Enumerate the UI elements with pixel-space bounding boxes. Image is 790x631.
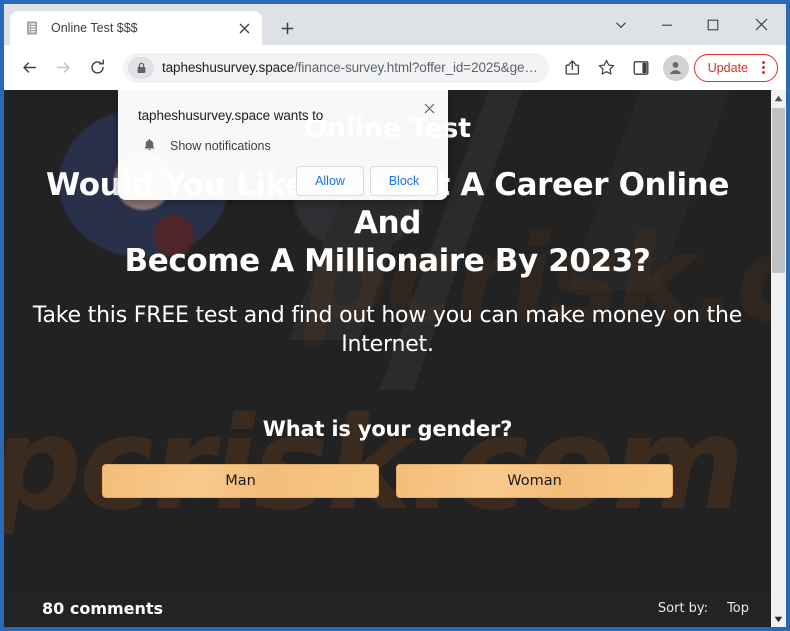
- minimize-icon[interactable]: [644, 4, 690, 45]
- reload-icon[interactable]: [82, 53, 112, 83]
- update-button[interactable]: Update: [693, 53, 778, 82]
- browser-toolbar: tapheshusurvey.space/finance-survey.html…: [4, 45, 786, 90]
- comment-count: 80 comments: [42, 599, 164, 618]
- survey-answers: Man Woman: [32, 463, 743, 498]
- scroll-up-arrow-icon[interactable]: [771, 90, 786, 106]
- side-panel-icon[interactable]: [626, 53, 656, 83]
- comments-bar: 80 comments Sort by: Top: [4, 590, 771, 627]
- url-path: /finance-survey.html?offer_id=2025&ge…: [294, 60, 538, 75]
- browser-tab[interactable]: Online Test $$$: [10, 11, 262, 45]
- update-label: Update: [707, 60, 748, 75]
- share-icon[interactable]: [558, 53, 588, 83]
- sort-control[interactable]: Sort by: Top: [658, 601, 749, 616]
- notification-permission-popup: tapheshusurvey.space wants to Show notif…: [118, 90, 448, 200]
- lock-icon[interactable]: [128, 56, 154, 79]
- scrollbar-thumb[interactable]: [772, 108, 785, 273]
- page-scrollbar[interactable]: [771, 90, 786, 627]
- star-icon[interactable]: [592, 53, 622, 83]
- permission-label: Show notifications: [170, 139, 271, 153]
- tab-search-icon[interactable]: [598, 4, 644, 45]
- browser-window: Online Test $$$ tapheshusurvey.space/fin…: [0, 0, 790, 631]
- subheadline: Take this FREE test and find out how you…: [32, 302, 743, 358]
- forward-arrow-icon: [48, 53, 78, 83]
- subheadline-line-2: Internet.: [341, 331, 434, 357]
- subheadline-line-1: Take this FREE test and find out how you…: [32, 303, 743, 329]
- block-button[interactable]: Block: [370, 166, 438, 196]
- popup-actions: Allow Block: [296, 166, 438, 196]
- address-bar[interactable]: tapheshusurvey.space/finance-survey.html…: [123, 52, 549, 83]
- answer-button-woman[interactable]: Woman: [396, 463, 673, 498]
- sort-value[interactable]: Top: [727, 601, 749, 616]
- popup-title: tapheshusurvey.space wants to: [138, 108, 324, 123]
- answer-button-man[interactable]: Man: [102, 463, 379, 498]
- url-host: tapheshusurvey.space: [162, 60, 295, 75]
- scrollbar-track[interactable]: [771, 106, 786, 611]
- bell-icon: [138, 139, 160, 153]
- window-controls: [598, 4, 786, 45]
- permission-row: Show notifications: [138, 139, 432, 153]
- sort-label: Sort by:: [657, 601, 709, 616]
- popup-close-icon[interactable]: [418, 97, 440, 119]
- document-icon: [24, 20, 40, 36]
- profile-avatar-icon[interactable]: [662, 54, 689, 81]
- close-icon[interactable]: [736, 4, 786, 45]
- new-tab-button[interactable]: [272, 13, 302, 43]
- three-dot-menu-icon[interactable]: [753, 61, 773, 74]
- scroll-down-arrow-icon[interactable]: [771, 611, 786, 627]
- maximize-icon[interactable]: [690, 4, 736, 45]
- back-arrow-icon[interactable]: [14, 53, 44, 83]
- browser-viewport: pcrisk.com pcrisk.com Online Test Would …: [4, 90, 786, 627]
- tab-close-icon[interactable]: [234, 18, 254, 38]
- headline-line-2: Become A Millionaire By 2023?: [124, 243, 651, 280]
- url-text: tapheshusurvey.space/finance-survey.html…: [162, 60, 538, 75]
- survey-question: What is your gender?: [262, 416, 513, 441]
- allow-button[interactable]: Allow: [296, 166, 364, 196]
- tab-title: Online Test $$$: [51, 21, 138, 35]
- tab-strip: Online Test $$$: [4, 4, 786, 45]
